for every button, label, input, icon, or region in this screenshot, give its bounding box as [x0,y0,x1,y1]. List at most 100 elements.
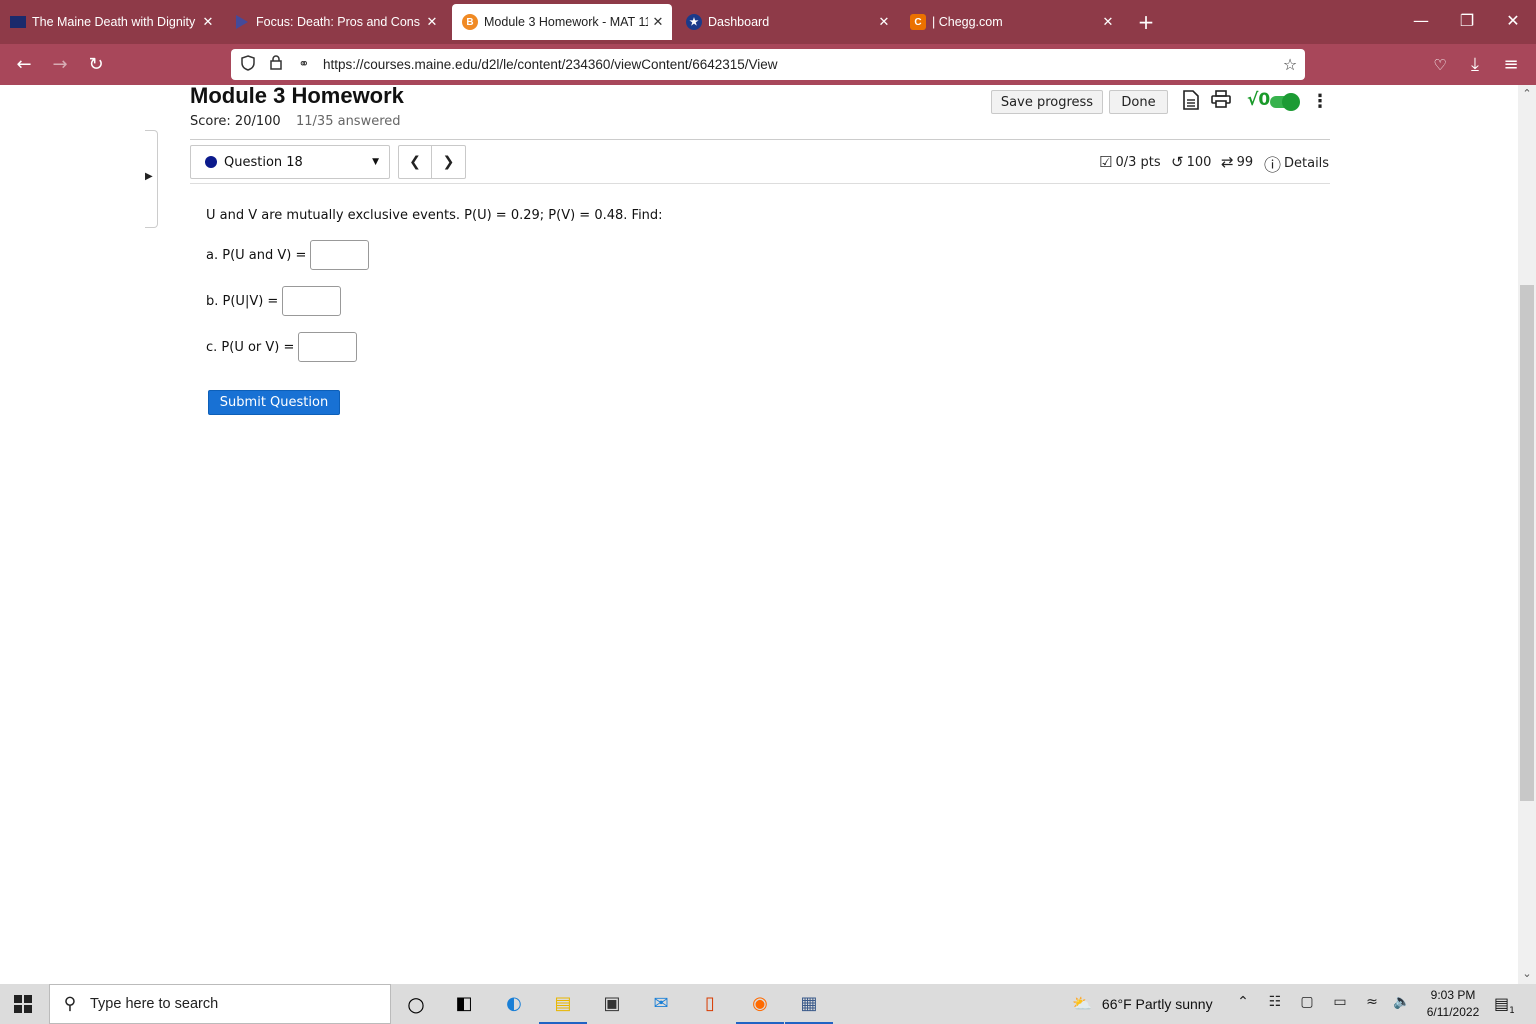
question-selector-label: Question 18 [224,154,303,170]
divider [190,139,1330,140]
flag-icon [10,16,26,28]
part-c: c. P(U or V) = [206,332,358,362]
screen-icon[interactable]: ▢ [1296,994,1318,1010]
permissions-icon[interactable]: ⚭ [293,57,315,72]
minimize-icon[interactable]: — [1406,8,1436,34]
cortana-icon[interactable]: ○ [401,990,431,1018]
search-icon: ⚲ [63,994,77,1014]
page-scrollbar[interactable]: ⌃ ⌄ [1518,85,1536,984]
print-icon[interactable] [1209,90,1233,114]
part-a-answer-input[interactable] [310,240,370,270]
sidebar-toggle[interactable]: ▶ [145,130,158,228]
next-question-button[interactable]: ❯ [432,146,465,178]
tab-focus-death[interactable]: Focus: Death: Pros and Cons of ✕ [224,4,446,40]
office-icon[interactable]: ▯ [695,990,725,1018]
forward-arrow-icon[interactable]: → [47,52,73,78]
scroll-up-icon[interactable]: ⌃ [1518,87,1536,100]
restore-icon[interactable]: ❐ [1452,8,1482,34]
divider [190,183,1330,184]
close-icon[interactable]: ✕ [1098,14,1118,30]
pocket-icon[interactable]: ♡ [1427,52,1453,78]
tab-module-3-homework[interactable]: B Module 3 Homework - MAT 115 ✕ [452,4,672,40]
points-status: ☑ 0/3 pts [1099,153,1161,171]
close-icon[interactable]: ✕ [198,14,218,30]
tab-title: | Chegg.com [932,15,1003,29]
back-arrow-icon[interactable]: ← [11,52,37,78]
tab-dashboard[interactable]: ★ Dashboard ✕ [676,4,898,40]
windows-start-icon[interactable] [14,995,32,1013]
details-label: Details [1284,156,1330,171]
taskbar-search[interactable]: ⚲ Type here to search [49,984,391,1024]
checkbox-icon: ☑ [1099,153,1113,171]
close-icon[interactable]: ✕ [648,14,668,30]
repeat-icon: ⇄ [1221,153,1234,171]
close-icon[interactable]: ✕ [422,14,442,30]
volume-muted-icon[interactable]: 🔈 [1391,994,1413,1010]
more-options-icon[interactable]: ⋮ [1308,90,1332,114]
store-icon[interactable]: ▣ [597,990,627,1018]
part-c-answer-input[interactable] [298,332,358,362]
part-b-answer-input[interactable] [282,286,342,316]
retries-status: ↺ 100 [1171,153,1211,171]
retries-text: 100 [1186,154,1212,170]
close-icon[interactable]: ✕ [874,14,894,30]
previous-question-button[interactable]: ❮ [399,146,433,178]
partly-sunny-icon: ⛅ [1072,996,1092,1013]
file-explorer-icon[interactable]: ▤ [539,990,587,1024]
arrow-icon [234,14,250,30]
weather-text: 66°F Partly sunny [1101,996,1213,1012]
part-a-label: a. P(U and V) = [206,247,307,263]
download-icon[interactable]: ⤓ [1462,52,1488,78]
math-entry-toggle[interactable] [1270,93,1300,111]
chevron-up-icon[interactable]: ⌃ [1232,994,1254,1010]
reload-icon[interactable]: ↻ [83,52,109,78]
question-selector[interactable]: Question 18 ▼ [190,145,390,179]
windows-taskbar: ⚲ Type here to search ○ ◧ ◐ ▤ ▣ ✉ ▯ ◉ ▦ … [0,984,1536,1024]
shield-icon[interactable] [237,54,259,75]
save-progress-button[interactable]: Save progress [991,90,1103,114]
new-tab-button[interactable]: + [1134,10,1158,34]
lock-icon[interactable] [265,55,287,74]
clock[interactable]: 9:03 PM 6/11/2022 [1420,987,1486,1021]
tab-title: Dashboard [708,15,770,29]
page-title: Module 3 Homework [190,83,404,108]
caret-right-icon: ▶ [145,171,153,182]
document-icon[interactable] [1179,90,1203,114]
mail-icon[interactable]: ✉ [646,990,676,1018]
star-icon: ★ [686,14,702,30]
part-a: a. P(U and V) = [206,240,370,270]
info-icon: ⓘ [1264,156,1281,176]
math-entry-icon[interactable]: √0 [1247,90,1270,110]
details-link[interactable]: ⓘ Details [1264,151,1329,176]
url-text[interactable]: https://courses.maine.edu/d2l/le/content… [323,57,1275,72]
browser-tabstrip: The Maine Death with Dignity A ✕ Focus: … [0,0,1536,44]
calculator-icon[interactable]: ▦ [785,990,833,1024]
tab-chegg[interactable]: C | Chegg.com ✕ [900,4,1122,40]
tab-title: The Maine Death with Dignity A [32,15,198,29]
task-view-icon[interactable]: ◧ [449,990,479,1018]
score-text: Score: 20/100 [190,114,281,129]
notification-icon[interactable]: ▤1 [1494,994,1515,1016]
retry-icon: ↺ [1171,153,1184,171]
bookmark-star-icon[interactable]: ☆ [1275,55,1305,74]
answered-count: 11/35 answered [296,114,401,129]
address-bar[interactable]: ⚭ https://courses.maine.edu/d2l/le/conte… [231,49,1305,80]
scroll-down-icon[interactable]: ⌄ [1518,967,1536,980]
notification-count: 1 [1509,1006,1515,1017]
weather-widget[interactable]: ⛅ 66°F Partly sunny [1072,994,1213,1014]
meet-now-icon[interactable]: ☷ [1264,994,1286,1010]
points-text: 0/3 pts [1115,154,1161,170]
edge-icon[interactable]: ◐ [499,990,529,1018]
window-close-icon[interactable]: ✕ [1498,8,1528,34]
menu-icon[interactable]: ≡ [1498,52,1524,78]
submit-question-button[interactable]: Submit Question [208,390,340,415]
scrollbar-thumb[interactable] [1520,285,1534,801]
tab-maine-death-with-dignity[interactable]: The Maine Death with Dignity A ✕ [0,4,222,40]
page-content: ▶ Module 3 Homework Score: 20/100 11/35 … [0,83,1518,984]
firefox-icon[interactable]: ◉ [736,990,784,1024]
tab-title: Module 3 Homework - MAT 115 [484,15,648,29]
clock-date: 6/11/2022 [1426,1005,1480,1019]
battery-icon[interactable]: ▭ [1329,994,1351,1010]
wifi-icon[interactable]: ≈ [1361,994,1383,1010]
done-button[interactable]: Done [1109,90,1168,114]
